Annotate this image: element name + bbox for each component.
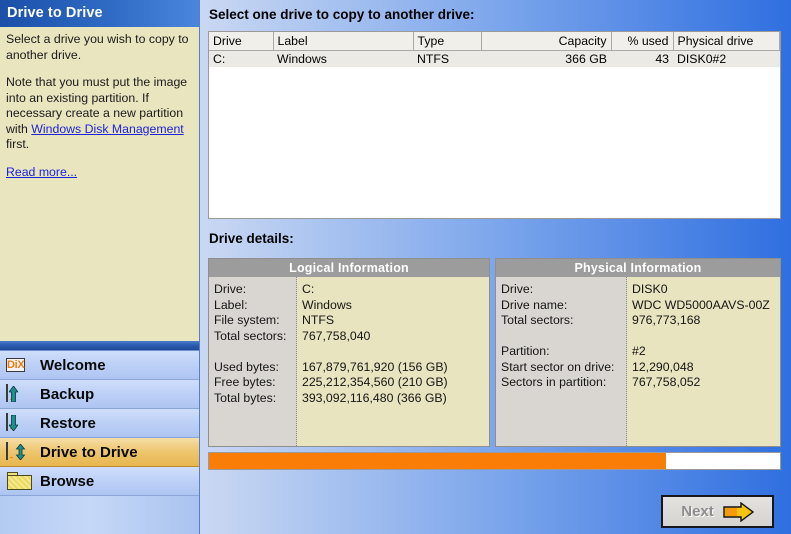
physical-panel-title: Physical Information <box>496 259 780 277</box>
logical-panel-labels: Drive: Label: File system: Total sectors… <box>209 277 297 446</box>
cell-type: NTFS <box>413 50 481 67</box>
dix-logo-icon: DiX <box>6 355 33 376</box>
next-button-label: Next <box>681 503 714 520</box>
logical-information-panel: Logical Information Drive: Label: File s… <box>208 258 490 447</box>
logical-value: 167,879,761,920 (156 GB) <box>302 360 489 376</box>
physical-panel-values: DISK0 WDC WD5000AAVS-00Z 976,773,168 #2 … <box>627 277 780 446</box>
sidebar-item-label: Browse <box>40 473 94 490</box>
column-header-capacity[interactable]: Capacity <box>481 32 611 50</box>
help-paragraph-1: Select a drive you wish to copy to anoth… <box>6 32 192 63</box>
column-header-label[interactable]: Label <box>273 32 413 50</box>
physical-value: 976,773,168 <box>632 313 780 329</box>
next-button[interactable]: Next <box>661 495 774 528</box>
windows-disk-management-link[interactable]: Windows Disk Management <box>31 122 183 136</box>
logical-label: File system: <box>214 313 292 329</box>
sidebar-item-label: Backup <box>40 386 94 403</box>
logical-panel-values: C: Windows NTFS 767,758,040 167,879,761,… <box>297 277 489 446</box>
sidebar-item-welcome[interactable]: DiX Welcome <box>0 351 199 380</box>
sidebar-item-restore[interactable]: Restore <box>0 409 199 438</box>
logical-value: C: <box>302 282 489 298</box>
sidebar-item-browse[interactable]: Browse <box>0 467 199 496</box>
select-drive-heading: Select one drive to copy to another driv… <box>209 7 475 22</box>
cell-percent-used: 43 <box>611 50 673 67</box>
sidebar-item-label: Restore <box>40 415 96 432</box>
help-read-more: Read more... <box>6 165 192 181</box>
physical-value: DISK0 <box>632 282 780 298</box>
read-more-link[interactable]: Read more... <box>6 165 77 179</box>
logical-panel-title: Logical Information <box>209 259 489 277</box>
physical-panel-labels: Drive: Drive name: Total sectors: Partit… <box>496 277 627 446</box>
physical-panel-body: Drive: Drive name: Total sectors: Partit… <box>496 277 780 446</box>
column-header-type[interactable]: Type <box>413 32 481 50</box>
sidebar-title: Drive to Drive <box>0 0 199 27</box>
logical-label: Total sectors: <box>214 329 292 345</box>
drive-table: Drive Label Type Capacity % used Physica… <box>209 32 780 67</box>
sidebar-splitter-grip[interactable]: ■■■■■■■■■■ <box>0 341 199 350</box>
column-header-drive[interactable]: Drive <box>209 32 273 50</box>
logical-value: 393,092,116,480 (366 GB) <box>302 391 489 407</box>
logical-label: Free bytes: <box>214 375 292 391</box>
logical-value: Windows <box>302 298 489 314</box>
logical-label-spacer <box>214 344 292 360</box>
physical-label: Drive: <box>501 282 622 298</box>
logical-value: 767,758,040 <box>302 329 489 345</box>
drive-list[interactable]: Drive Label Type Capacity % used Physica… <box>208 31 781 219</box>
sidebar-item-label: Welcome <box>40 357 106 374</box>
table-row[interactable]: C: Windows NTFS 366 GB 43 DISK0#2 <box>209 50 780 67</box>
progress-bar-fill <box>209 453 666 469</box>
physical-label: Total sectors: <box>501 313 622 329</box>
logical-value: 225,212,354,560 (210 GB) <box>302 375 489 391</box>
column-header-physical-drive[interactable]: Physical drive <box>673 32 780 50</box>
column-header-percent-used[interactable]: % used <box>611 32 673 50</box>
physical-label: Partition: <box>501 344 622 360</box>
cell-drive: C: <box>209 50 273 67</box>
logical-panel-body: Drive: Label: File system: Total sectors… <box>209 277 489 446</box>
sidebar-item-drive-to-drive[interactable]: Drive to Drive <box>0 438 199 467</box>
application-window: Drive to Drive Select a drive you wish t… <box>0 0 791 534</box>
right-arrow-icon <box>723 502 754 522</box>
help-paragraph-2-post: first. <box>6 137 29 151</box>
sidebar: Drive to Drive Select a drive you wish t… <box>0 0 200 534</box>
cell-physical-drive: DISK0#2 <box>673 50 780 67</box>
physical-value-spacer <box>632 329 780 345</box>
sidebar-item-label: Drive to Drive <box>40 444 138 461</box>
physical-value: 12,290,048 <box>632 360 780 376</box>
progress-bar <box>208 452 781 470</box>
up-down-arrow-icon <box>15 444 26 460</box>
sidebar-help-text: Select a drive you wish to copy to anoth… <box>0 27 199 341</box>
logical-value: NTFS <box>302 313 489 329</box>
physical-value: WDC WD5000AAVS-00Z <box>632 298 780 314</box>
physical-label-spacer <box>501 329 622 345</box>
sidebar-item-backup[interactable]: Backup <box>0 380 199 409</box>
physical-label: Drive name: <box>501 298 622 314</box>
down-arrow-icon <box>9 415 18 431</box>
drive-to-drive-icon <box>6 442 33 463</box>
help-paragraph-2: Note that you must put the image into an… <box>6 75 192 153</box>
folder-icon <box>6 471 33 492</box>
physical-label: Sectors in partition: <box>501 375 622 391</box>
cell-label: Windows <box>273 50 413 67</box>
table-header-row: Drive Label Type Capacity % used Physica… <box>209 32 780 50</box>
logical-label: Label: <box>214 298 292 314</box>
logical-label: Total bytes: <box>214 391 292 407</box>
drive-details-heading: Drive details: <box>209 231 294 246</box>
cell-capacity: 366 GB <box>481 50 611 67</box>
restore-document-icon <box>6 413 33 434</box>
physical-value: 767,758,052 <box>632 375 780 391</box>
up-arrow-icon <box>9 386 18 402</box>
logical-label: Drive: <box>214 282 292 298</box>
physical-value: #2 <box>632 344 780 360</box>
main-content: Select one drive to copy to another driv… <box>200 0 791 534</box>
backup-document-icon <box>6 384 33 405</box>
logical-value-spacer <box>302 344 489 360</box>
logical-label: Used bytes: <box>214 360 292 376</box>
sidebar-nav: DiX Welcome Backup <box>0 350 199 534</box>
physical-label: Start sector on drive: <box>501 360 622 376</box>
physical-information-panel: Physical Information Drive: Drive name: … <box>495 258 781 447</box>
